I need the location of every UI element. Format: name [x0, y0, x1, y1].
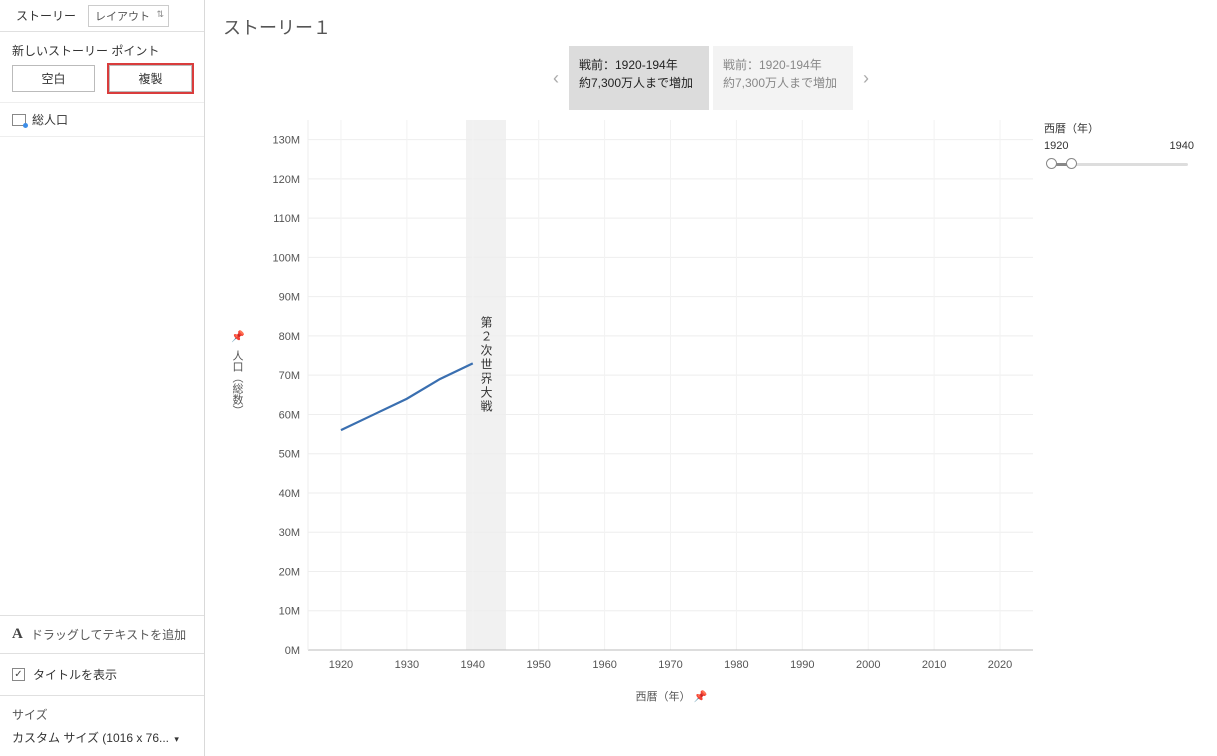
story-point-line2: 約7,300万人まで増加	[579, 74, 699, 92]
story-point-line2: 約7,300万人まで増加	[723, 74, 843, 92]
svg-text:100M: 100M	[272, 252, 300, 264]
size-section: サイズ カスタム サイズ (1016 x 76... ▾	[0, 696, 204, 756]
worksheet-icon	[12, 114, 26, 126]
chevron-down-icon: ▾	[174, 734, 179, 744]
svg-text:80M: 80M	[279, 331, 300, 343]
svg-text:70M: 70M	[279, 370, 300, 382]
drag-text-label: ドラッグしてテキストを追加	[31, 626, 186, 643]
svg-text:40M: 40M	[279, 488, 300, 500]
sheet-item-label: 総人口	[32, 111, 68, 128]
sheet-item[interactable]: 総人口	[0, 102, 204, 137]
plot-svg: 0M 10M 20M 30M 40M 50M 60M 70M 80M 90M 100M 110M 120…	[223, 120, 1198, 700]
svg-text:0M: 0M	[285, 645, 300, 657]
svg-text:60M: 60M	[279, 409, 300, 421]
text-icon: A	[12, 626, 23, 643]
x-axis-title-text: 西暦（年）	[636, 691, 691, 703]
pin-icon[interactable]: 📌	[694, 691, 708, 703]
svg-text:20M: 20M	[279, 566, 300, 578]
layout-dropdown-label: レイアウト	[95, 11, 150, 23]
svg-text:1960: 1960	[592, 659, 616, 671]
svg-text:10M: 10M	[279, 606, 300, 618]
svg-text:1970: 1970	[658, 659, 682, 671]
svg-text:1930: 1930	[395, 659, 419, 671]
prev-storypoint-button[interactable]: ‹	[547, 68, 565, 89]
size-label: サイズ	[12, 706, 192, 723]
blank-button[interactable]: 空白	[12, 65, 95, 92]
tab-story[interactable]: ストーリー	[10, 3, 82, 28]
chevron-updown-icon: ⇅	[156, 9, 164, 20]
svg-text:1940: 1940	[461, 659, 485, 671]
size-select-value: カスタム サイズ (1016 x 76...	[12, 731, 169, 745]
svg-text:2000: 2000	[856, 659, 880, 671]
show-title-checkbox[interactable]: ✓	[12, 668, 25, 681]
sidebar-tabs: ストーリー レイアウト ⇅	[0, 0, 204, 32]
chart: 西暦（年） 1920 1940 📌 人口（総数） 第２次世界大戦 0M10M20…	[223, 120, 1198, 700]
story-point-line1: 戦前：1920-194年	[579, 56, 699, 74]
size-select[interactable]: カスタム サイズ (1016 x 76... ▾	[12, 729, 192, 746]
layout-dropdown[interactable]: レイアウト ⇅	[88, 5, 169, 27]
svg-text:90M: 90M	[279, 292, 300, 304]
new-storypoint-buttons: 空白 複製	[0, 65, 204, 102]
story-title[interactable]: ストーリー１	[223, 14, 1199, 40]
svg-text:50M: 50M	[279, 449, 300, 461]
new-storypoint-label: 新しいストーリー ポイント	[0, 32, 204, 65]
x-axis-title: 西暦（年） 📌	[636, 688, 708, 704]
svg-text:2010: 2010	[922, 659, 946, 671]
duplicate-button[interactable]: 複製	[109, 65, 192, 92]
svg-text:2020: 2020	[988, 659, 1012, 671]
sidebar: ストーリー レイアウト ⇅ 新しいストーリー ポイント 空白 複製 総人口 A …	[0, 0, 205, 756]
drag-text-hint[interactable]: A ドラッグしてテキストを追加	[0, 615, 204, 654]
svg-text:1950: 1950	[526, 659, 550, 671]
story-point-1[interactable]: 戦前：1920-194年 約7,300万人まで増加	[569, 46, 709, 110]
show-title-row: ✓ タイトルを表示	[0, 654, 204, 696]
main-area: ストーリー１ ‹ 戦前：1920-194年 約7,300万人まで増加 戦前：19…	[205, 0, 1217, 756]
show-title-label: タイトルを表示	[33, 666, 117, 683]
svg-text:1990: 1990	[790, 659, 814, 671]
svg-text:1980: 1980	[724, 659, 748, 671]
svg-text:130M: 130M	[272, 135, 300, 147]
next-storypoint-button[interactable]: ›	[857, 68, 875, 89]
svg-text:30M: 30M	[279, 527, 300, 539]
story-point-2[interactable]: 戦前：1920-194年 約7,300万人まで増加	[713, 46, 853, 110]
story-point-line1: 戦前：1920-194年	[723, 56, 843, 74]
story-nav: ‹ 戦前：1920-194年 約7,300万人まで増加 戦前：1920-194年…	[223, 46, 1199, 110]
svg-text:110M: 110M	[273, 213, 300, 225]
svg-text:120M: 120M	[272, 174, 300, 186]
svg-text:1920: 1920	[329, 659, 353, 671]
